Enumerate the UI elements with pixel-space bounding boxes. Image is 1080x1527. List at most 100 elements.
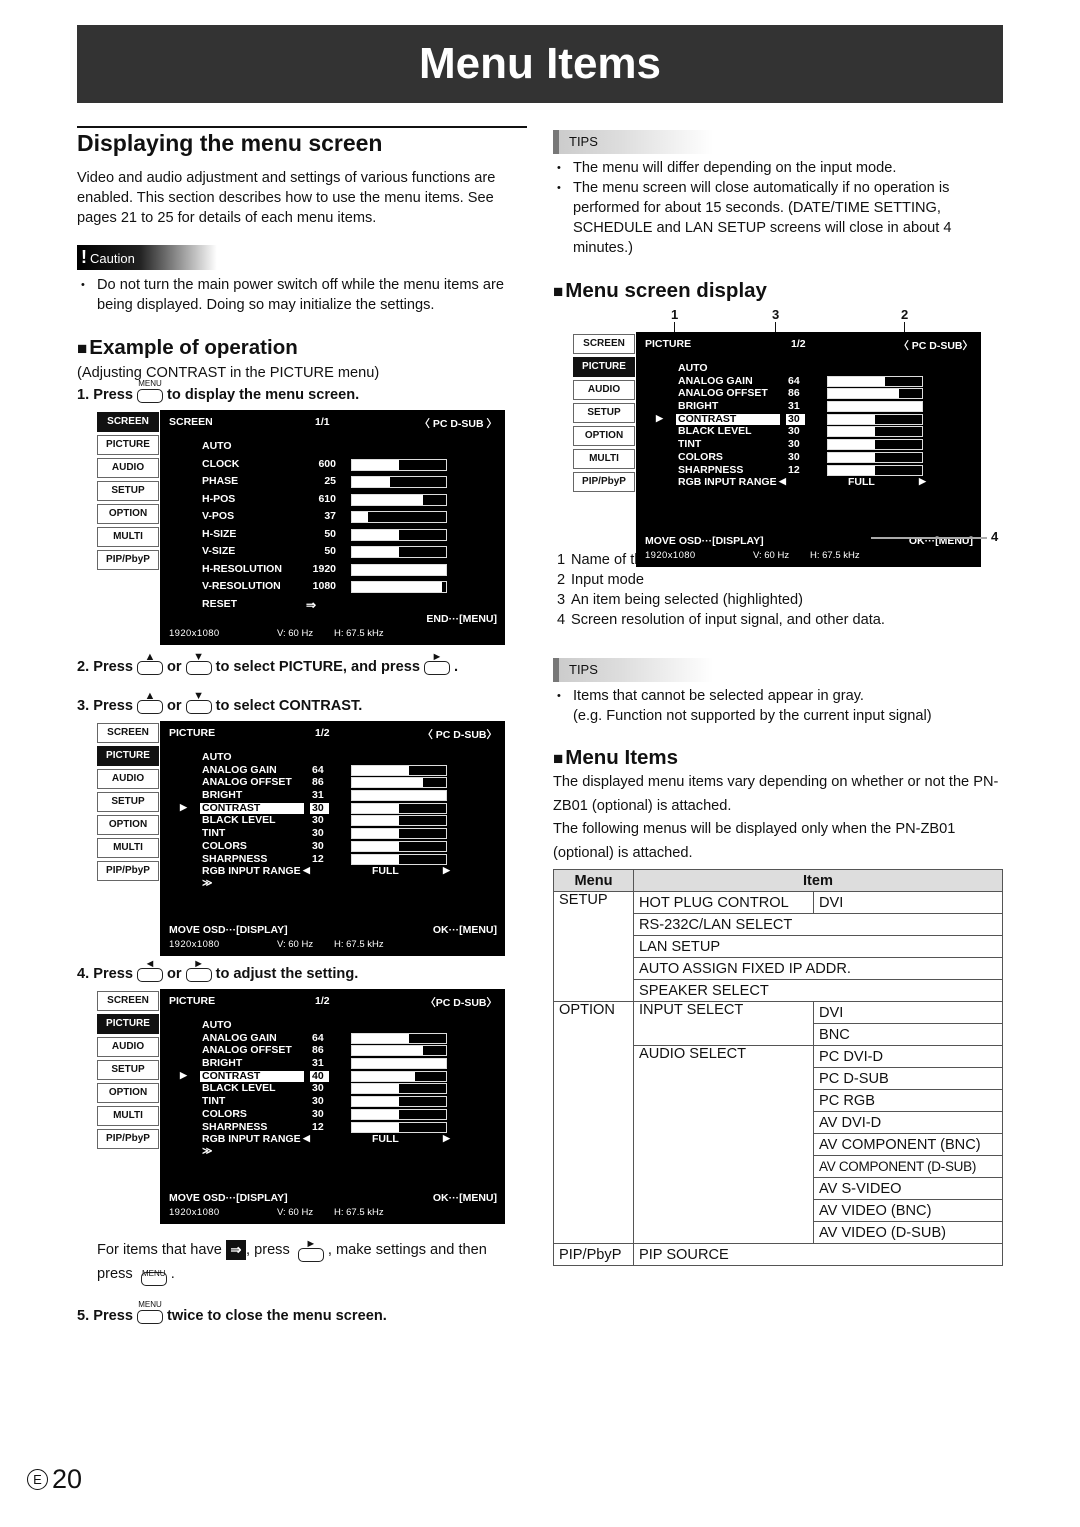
osd-item[interactable]: AUTO <box>160 751 505 764</box>
osd-item[interactable]: ANALOG OFFSET 86 <box>160 1044 505 1057</box>
osd-tab-setup[interactable]: SETUP <box>97 792 159 812</box>
osd-item[interactable]: SHARPNESS 12 <box>636 464 981 477</box>
osd-tab-option[interactable]: OPTION <box>97 815 159 835</box>
osd-item[interactable]: RGB INPUT RANGE ◀ FULL ▶ <box>636 476 981 489</box>
osd-item[interactable]: RGB INPUT RANGE ◀ FULL ▶ <box>160 1133 505 1146</box>
osd-level-bar[interactable] <box>351 458 447 471</box>
osd-level-bar[interactable] <box>351 493 447 506</box>
right-arrow-icon[interactable]: ▶ <box>443 1133 450 1144</box>
osd-level-bar[interactable] <box>351 581 447 593</box>
osd-tab-pippbyp[interactable]: PIP/PbyP <box>97 550 159 570</box>
osd-level-bar[interactable] <box>351 476 447 488</box>
osd-level-bar[interactable] <box>351 1045 447 1057</box>
osd-tab-setup[interactable]: SETUP <box>97 481 159 501</box>
osd-level-bar[interactable] <box>827 375 923 387</box>
enter-arrow-icon[interactable]: ⇒ <box>306 598 316 612</box>
osd-tab-option[interactable]: OPTION <box>97 504 159 524</box>
osd-level-bar[interactable] <box>827 413 923 425</box>
osd-level-bar[interactable] <box>827 439 923 451</box>
right-arrow-icon[interactable]: ▶ <box>919 476 926 487</box>
osd-level-bar[interactable] <box>827 464 923 476</box>
osd-level-bar[interactable] <box>351 1096 447 1108</box>
osd-tab-screen[interactable]: SCREEN <box>573 334 635 354</box>
right-arrow-icon[interactable]: ▶ <box>443 865 450 876</box>
osd-tab-picture[interactable]: PICTURE <box>573 357 635 377</box>
osd-item[interactable]: CLOCK 600 <box>160 458 505 476</box>
osd-item[interactable]: ▶ CONTRAST 30 <box>160 802 505 815</box>
osd-tab-screen[interactable]: SCREEN <box>97 412 159 432</box>
osd-tab-pippbyp[interactable]: PIP/PbyP <box>97 861 159 881</box>
osd-tab-multi[interactable]: MULTI <box>97 838 159 858</box>
osd-item[interactable]: SHARPNESS 12 <box>160 1121 505 1134</box>
osd-item[interactable]: H-RESOLUTION 1920 <box>160 563 505 581</box>
osd-item[interactable]: SHARPNESS 12 <box>160 853 505 866</box>
osd-level-bar[interactable] <box>351 1070 447 1082</box>
osd-tab-audio[interactable]: AUDIO <box>97 1037 159 1057</box>
osd-item[interactable]: H-POS 610 <box>160 493 505 511</box>
osd-tab-setup[interactable]: SETUP <box>97 1060 159 1080</box>
left-arrow-icon[interactable]: ◀ <box>779 476 786 487</box>
osd-item[interactable]: ANALOG OFFSET 86 <box>636 387 981 400</box>
osd-item[interactable]: COLORS 30 <box>160 1108 505 1121</box>
osd-level-bar[interactable] <box>351 853 447 865</box>
osd-level-bar[interactable] <box>351 777 447 789</box>
osd-item[interactable]: COLORS 30 <box>160 840 505 853</box>
osd-level-bar[interactable] <box>351 511 447 523</box>
osd-tab-screen[interactable]: SCREEN <box>97 723 159 743</box>
osd-tab-multi[interactable]: MULTI <box>97 1106 159 1126</box>
osd-item[interactable]: ▶ CONTRAST 40 <box>160 1070 505 1083</box>
osd-item[interactable]: BLACK LEVEL 30 <box>160 814 505 827</box>
osd-item[interactable]: COLORS 30 <box>636 451 981 464</box>
osd-tab-pippbyp[interactable]: PIP/PbyP <box>573 472 635 492</box>
osd-tab-pippbyp[interactable]: PIP/PbyP <box>97 1129 159 1149</box>
osd-level-bar[interactable] <box>351 802 447 814</box>
osd-tab-picture[interactable]: PICTURE <box>97 1014 159 1034</box>
osd-item[interactable]: ANALOG OFFSET 86 <box>160 776 505 789</box>
osd-level-bar[interactable] <box>351 1108 447 1120</box>
osd-tab-setup[interactable]: SETUP <box>573 403 635 423</box>
more-items-icon[interactable]: ≫ <box>202 1146 547 1158</box>
osd-tab-audio[interactable]: AUDIO <box>573 380 635 400</box>
osd-item[interactable]: TINT 30 <box>160 827 505 840</box>
osd-level-bar[interactable] <box>351 1032 447 1044</box>
osd-item[interactable]: BRIGHT 31 <box>160 789 505 802</box>
osd-tab-audio[interactable]: AUDIO <box>97 769 159 789</box>
osd-level-bar[interactable] <box>827 426 923 438</box>
more-items-icon[interactable]: ≫ <box>202 878 547 890</box>
osd-item[interactable]: TINT 30 <box>636 438 981 451</box>
left-arrow-icon[interactable]: ◀ <box>303 1133 310 1144</box>
osd-item[interactable]: V-SIZE 50 <box>160 545 505 563</box>
osd-level-bar[interactable] <box>351 1058 447 1070</box>
osd-item[interactable]: ANALOG GAIN 64 <box>160 764 505 777</box>
osd-level-bar[interactable] <box>351 1083 447 1095</box>
osd-level-bar[interactable] <box>351 528 447 541</box>
osd-item[interactable]: BLACK LEVEL 30 <box>636 425 981 438</box>
osd-item[interactable]: V-RESOLUTION 1080 <box>160 580 505 598</box>
osd-level-bar[interactable] <box>351 828 447 840</box>
osd-tab-audio[interactable]: AUDIO <box>97 458 159 478</box>
osd-tab-multi[interactable]: MULTI <box>97 527 159 547</box>
osd-tab-picture[interactable]: PICTURE <box>97 746 159 766</box>
osd-tab-option[interactable]: OPTION <box>573 426 635 446</box>
osd-tab-multi[interactable]: MULTI <box>573 449 635 469</box>
osd-item[interactable]: AUTO <box>636 362 981 375</box>
osd-item[interactable]: PHASE 25 <box>160 475 505 493</box>
osd-level-bar[interactable] <box>351 563 447 576</box>
osd-level-bar[interactable] <box>827 388 923 400</box>
osd-level-bar[interactable] <box>351 764 447 776</box>
osd-level-bar[interactable] <box>351 815 447 827</box>
osd-level-bar[interactable] <box>351 1121 447 1133</box>
osd-item[interactable]: BRIGHT 31 <box>160 1057 505 1070</box>
osd-tab-option[interactable]: OPTION <box>97 1083 159 1103</box>
osd-item[interactable]: BRIGHT 31 <box>636 400 981 413</box>
osd-item[interactable]: V-POS 37 <box>160 510 505 528</box>
osd-item[interactable]: BLACK LEVEL 30 <box>160 1082 505 1095</box>
osd-tab-screen[interactable]: SCREEN <box>97 991 159 1011</box>
osd-level-bar[interactable] <box>351 790 447 802</box>
osd-tab-picture[interactable]: PICTURE <box>97 435 159 455</box>
osd-item[interactable]: AUTO <box>160 1019 505 1032</box>
osd-item[interactable]: TINT 30 <box>160 1095 505 1108</box>
osd-item[interactable]: ANALOG GAIN 64 <box>160 1032 505 1045</box>
osd-item[interactable]: ▶ CONTRAST 30 <box>636 413 981 426</box>
osd-item[interactable]: RGB INPUT RANGE ◀ FULL ▶ <box>160 865 505 878</box>
